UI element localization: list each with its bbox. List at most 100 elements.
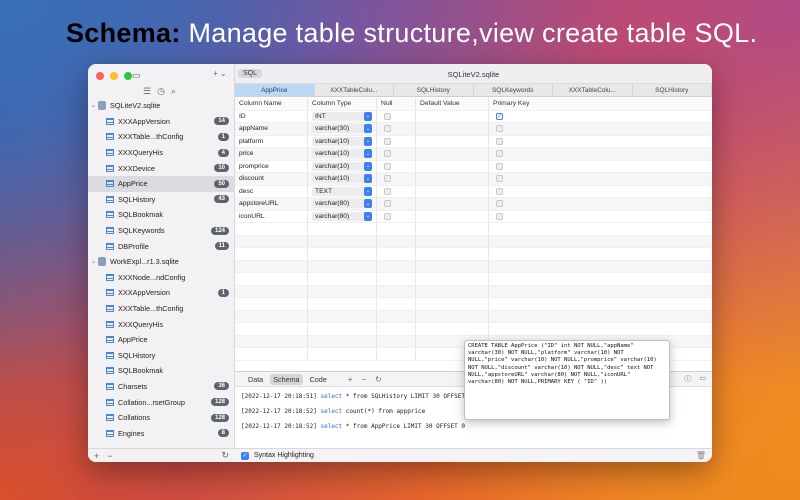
null-checkbox[interactable]	[384, 162, 391, 170]
default-value-cell[interactable]	[416, 160, 489, 172]
table-row[interactable]: appstoreURL varchar(80) ⌄	[235, 198, 712, 211]
panel-icon[interactable]: ▭	[699, 374, 706, 384]
default-value-cell[interactable]	[416, 123, 489, 135]
table-item[interactable]: XXXQueryHis	[88, 316, 235, 332]
table-item[interactable]: XXXDevice 10	[88, 160, 235, 176]
default-value-cell[interactable]	[416, 173, 489, 185]
null-checkbox[interactable]	[384, 175, 391, 183]
table-item[interactable]: SQLKeywords 124	[88, 223, 235, 239]
column-name-cell[interactable]: appstoreURL	[235, 198, 308, 210]
table-row[interactable]: ID INT ⌄ ✓	[235, 110, 712, 123]
table-item[interactable]: SQLHistory	[88, 348, 235, 364]
table-row[interactable]: platform varchar(10) ⌄	[235, 135, 712, 148]
database-item[interactable]: ⌄ WorkExpl...r1.3.sqlite	[88, 254, 235, 270]
default-value-cell[interactable]	[416, 210, 489, 222]
zoom-window-button[interactable]	[124, 72, 132, 80]
default-value-cell[interactable]	[416, 185, 489, 197]
column-name-cell[interactable]: desc	[235, 185, 308, 197]
default-value-cell[interactable]	[416, 135, 489, 147]
column-name-cell[interactable]: price	[235, 148, 308, 160]
refresh-icon[interactable]: ↻	[375, 375, 382, 384]
column-header[interactable]: Default Value	[416, 98, 489, 110]
tab-5[interactable]: SQLHistory	[633, 84, 712, 96]
table-item[interactable]: XXXNode...ndConfig	[88, 270, 235, 286]
table-item[interactable]: Engines 8	[88, 425, 235, 441]
tab-2[interactable]: SQLHistory	[394, 84, 474, 96]
table-row[interactable]: promprice varchar(10) ⌄	[235, 160, 712, 173]
primary-key-checkbox[interactable]	[496, 137, 503, 145]
tab-4[interactable]: XXXTableColu...	[553, 84, 633, 96]
column-header[interactable]: Null	[377, 98, 416, 110]
column-name-cell[interactable]: ID	[235, 110, 308, 122]
clock-icon[interactable]: ◷	[157, 86, 165, 97]
search-icon[interactable]: ⌕	[171, 86, 176, 97]
primary-key-checkbox[interactable]	[496, 150, 503, 158]
table-row[interactable]: desc TEXT ⌄	[235, 185, 712, 198]
table-item[interactable]: Charsets 36	[88, 379, 235, 395]
primary-key-checkbox[interactable]	[496, 187, 503, 195]
table-item[interactable]: SQLBookmak	[88, 207, 235, 223]
primary-key-checkbox[interactable]	[496, 200, 503, 208]
null-checkbox[interactable]	[384, 187, 391, 195]
table-row[interactable]: price varchar(10) ⌄	[235, 148, 712, 161]
table-item[interactable]: SQLHistory 43	[88, 192, 235, 208]
chevron-down-icon[interactable]: ⌄	[91, 258, 98, 265]
default-value-cell[interactable]	[416, 148, 489, 160]
table-item[interactable]: XXXAppVersion 14	[88, 114, 235, 130]
minimize-window-button[interactable]	[110, 72, 118, 80]
column-type-select[interactable]: varchar(80) ⌄	[312, 199, 372, 209]
table-item[interactable]: Collation...rsetGroup 128	[88, 394, 235, 410]
column-name-cell[interactable]: platform	[235, 135, 308, 147]
tab-0[interactable]: AppPrice	[235, 84, 315, 96]
close-window-button[interactable]	[96, 72, 104, 80]
refresh-icon[interactable]: ↻	[221, 450, 229, 461]
tab-data[interactable]: Data	[245, 374, 266, 385]
primary-key-checkbox[interactable]: ✓	[496, 112, 503, 120]
add-row-icon[interactable]: +	[348, 375, 353, 384]
table-item[interactable]: DBProfile 11	[88, 238, 235, 254]
table-row[interactable]: discount varchar(10) ⌄	[235, 173, 712, 186]
primary-key-checkbox[interactable]	[496, 175, 503, 183]
column-type-select[interactable]: varchar(10) ⌄	[312, 174, 372, 184]
column-type-select[interactable]: varchar(80) ⌄	[312, 211, 372, 221]
table-item[interactable]: AppPrice 50	[88, 175, 235, 192]
database-item[interactable]: ⌄ SQLiteV2.sqlite	[88, 98, 235, 114]
tab-code[interactable]: Code	[307, 374, 330, 385]
table-row[interactable]: appName varchar(30) ⌄	[235, 123, 712, 136]
column-type-select[interactable]: varchar(10) ⌄	[312, 149, 372, 159]
remove-icon[interactable]: −	[107, 451, 112, 461]
column-type-select[interactable]: INT ⌄	[312, 111, 372, 121]
add-connection-menu[interactable]: + ⌄	[213, 69, 227, 78]
column-name-cell[interactable]: iconURL	[235, 210, 308, 222]
primary-key-checkbox[interactable]	[496, 125, 503, 133]
tab-1[interactable]: XXXTableColu...	[315, 84, 394, 96]
column-type-select[interactable]: varchar(10) ⌄	[312, 161, 372, 171]
table-item[interactable]: SQLBookmak	[88, 363, 235, 379]
table-row[interactable]: iconURL varchar(80) ⌄	[235, 210, 712, 223]
column-name-cell[interactable]: discount	[235, 173, 308, 185]
primary-key-checkbox[interactable]	[496, 162, 503, 170]
chevron-down-icon[interactable]: ⌄	[91, 102, 98, 109]
sidebar-toggle-icon[interactable]: ▭	[132, 70, 141, 81]
tab-3[interactable]: SQLKeywords	[474, 84, 553, 96]
primary-key-checkbox[interactable]	[496, 212, 503, 220]
column-type-select[interactable]: varchar(10) ⌄	[312, 136, 372, 146]
column-name-cell[interactable]: promprice	[235, 160, 308, 172]
table-item[interactable]: XXXQueryHis 4	[88, 145, 235, 161]
column-name-cell[interactable]: appName	[235, 123, 308, 135]
null-checkbox[interactable]	[384, 112, 391, 120]
column-type-select[interactable]: varchar(30) ⌄	[312, 124, 372, 134]
syntax-highlighting-checkbox[interactable]: ✓	[241, 451, 249, 460]
column-header[interactable]: Column Type	[308, 98, 377, 110]
remove-row-icon[interactable]: −	[361, 375, 366, 384]
list-icon[interactable]: ☰	[143, 86, 151, 97]
null-checkbox[interactable]	[384, 200, 391, 208]
column-type-select[interactable]: TEXT ⌄	[312, 186, 372, 196]
table-item[interactable]: XXXTable...thConfig 1	[88, 129, 235, 145]
table-item[interactable]: Collations 128	[88, 410, 235, 426]
add-icon[interactable]: +	[94, 451, 99, 461]
default-value-cell[interactable]	[416, 198, 489, 210]
null-checkbox[interactable]	[384, 212, 391, 220]
table-item[interactable]: XXXAppVersion 1	[88, 285, 235, 301]
tab-schema[interactable]: Schema	[270, 373, 303, 385]
